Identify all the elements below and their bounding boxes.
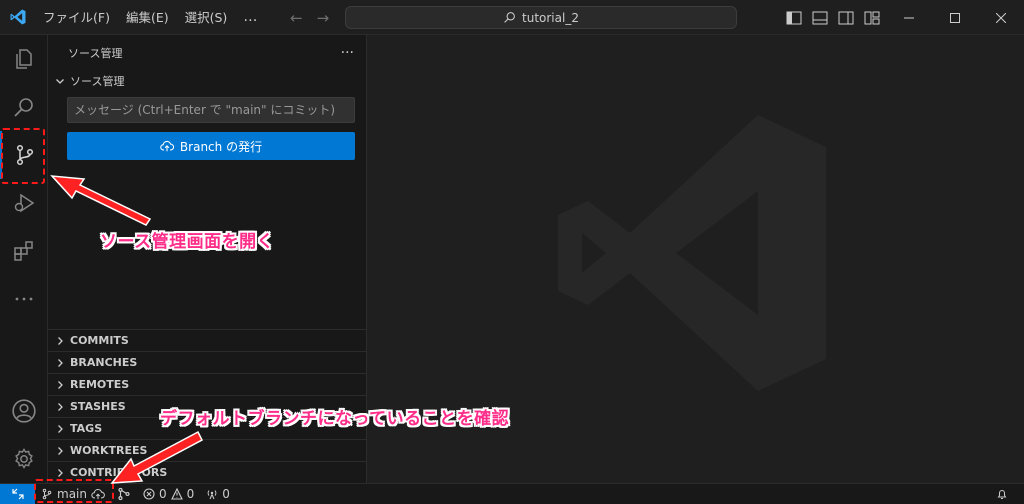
ports-count: 0	[222, 487, 230, 501]
customize-layout-icon[interactable]	[863, 9, 881, 27]
chevron-right-icon	[58, 402, 63, 411]
section-label: TAGS	[70, 422, 103, 435]
minimize-icon[interactable]	[886, 0, 932, 35]
remote-indicator-icon[interactable]	[0, 483, 35, 504]
section-label: BRANCHES	[70, 356, 138, 369]
forward-arrow-icon[interactable]: →	[317, 9, 330, 27]
run-debug-icon[interactable]	[0, 179, 48, 227]
annotation-check-branch: デフォルトブランチになっていることを確認	[160, 409, 510, 429]
search-icon[interactable]	[0, 83, 48, 131]
activity-bar	[0, 35, 48, 483]
scm-section-header[interactable]: ソース管理	[48, 70, 367, 92]
back-arrow-icon[interactable]: ←	[290, 9, 303, 27]
menu-more-button[interactable]: …	[235, 0, 266, 35]
command-center-search[interactable]: tutorial_2	[345, 6, 737, 29]
section-label: COMMITS	[70, 334, 129, 347]
section-label: REMOTES	[70, 378, 130, 391]
chevron-right-icon	[58, 468, 63, 477]
chevron-right-icon	[58, 358, 63, 367]
chevron-right-icon	[58, 380, 63, 389]
sidebar-title: ソース管理	[68, 46, 123, 60]
toggle-secondary-sidebar-icon[interactable]	[837, 9, 855, 27]
menu-selection[interactable]: 選択(S)	[177, 0, 236, 35]
highlight-branch	[34, 479, 114, 503]
extensions-icon[interactable]	[0, 227, 48, 275]
scm-section-title: ソース管理	[70, 75, 125, 88]
manage-gear-icon[interactable]	[0, 435, 48, 483]
status-bar: main 0 0 0	[0, 483, 1024, 504]
chevron-right-icon	[58, 336, 63, 345]
explorer-icon[interactable]	[0, 35, 48, 83]
publish-branch-label: Branch の発行	[179, 139, 263, 154]
error-icon	[143, 488, 155, 500]
section-label: CONTRIBUTORS	[70, 466, 168, 479]
more-icon[interactable]	[0, 275, 48, 323]
vscode-watermark-icon	[558, 113, 828, 396]
publish-branch-button[interactable]: Branch の発行	[67, 132, 355, 160]
search-icon	[504, 12, 515, 23]
commit-message-input[interactable]: メッセージ (Ctrl+Enter で "main" にコミット)	[67, 97, 355, 123]
warning-icon	[170, 488, 183, 500]
workspace-name: tutorial_2	[522, 10, 579, 25]
accounts-icon[interactable]	[0, 387, 48, 435]
annotation-open-scm: ソース管理画面を開く	[100, 232, 275, 252]
notifications-bell-icon[interactable]	[990, 484, 1024, 504]
menu-file[interactable]: ファイル(F)	[35, 0, 118, 35]
menu-edit[interactable]: 編集(E)	[118, 0, 177, 35]
section-worktrees[interactable]: WORKTREES	[48, 439, 367, 461]
radio-tower-icon	[207, 490, 217, 500]
ports-status-item[interactable]: 0	[200, 484, 236, 504]
section-label: STASHES	[70, 400, 126, 413]
section-branches[interactable]: BRANCHES	[48, 351, 367, 373]
toggle-primary-sidebar-icon[interactable]	[785, 9, 803, 27]
vscode-logo-icon	[0, 0, 35, 35]
chevron-down-icon	[56, 79, 64, 84]
section-commits[interactable]: COMMITS	[48, 329, 367, 351]
chevron-right-icon	[58, 424, 63, 433]
problems-status-item[interactable]: 0 0	[137, 484, 200, 504]
maximize-icon[interactable]	[932, 0, 978, 35]
sidebar-more-button[interactable]: ···	[341, 45, 354, 61]
source-control-graph-status-icon[interactable]	[111, 484, 137, 504]
warning-count: 0	[186, 487, 195, 501]
highlight-source-control	[1, 128, 45, 184]
close-icon[interactable]	[978, 0, 1024, 35]
error-count: 0	[158, 487, 167, 501]
section-remotes[interactable]: REMOTES	[48, 373, 367, 395]
title-bar: ファイル(F) 編集(E) 選択(S) … ← → tutorial_2	[0, 0, 1024, 35]
cloud-upload-icon	[160, 140, 174, 152]
toggle-panel-icon[interactable]	[811, 9, 829, 27]
chevron-right-icon	[58, 446, 63, 455]
section-label: WORKTREES	[70, 444, 148, 457]
